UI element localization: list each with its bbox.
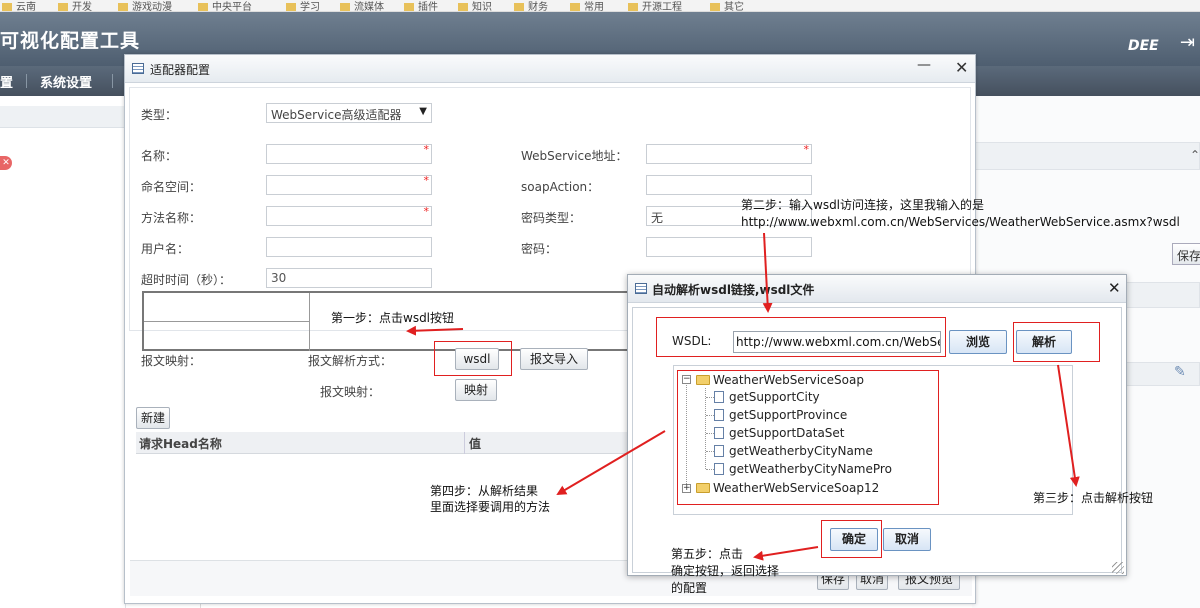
arrow-step4: [556, 430, 666, 496]
arrow-step3: [1057, 364, 1080, 487]
arrow-step1: [406, 325, 464, 336]
annotation-step5-line1: 第五步：点击: [671, 547, 744, 561]
annotation-step4-line1: 第四步：从解析结果: [430, 484, 539, 498]
annotation-step2-line1: 第二步：输入wsdl访问连接，这里我输入的是: [741, 198, 985, 212]
annotation-step5-line3: 的配置: [671, 581, 708, 595]
annotation-step3: 第三步：点击解析按钮: [1033, 491, 1154, 505]
annotation-step4-line2: 里面选择要调用的方法: [430, 500, 551, 514]
annotation-step5-line2: 确定按钮，返回选择: [671, 564, 780, 578]
arrow-step2: [762, 232, 773, 313]
arrow-step5: [753, 546, 819, 561]
annotation-step2-line2: http://www.webxml.com.cn/WebServices/Wea…: [741, 215, 1180, 229]
annotation-arrows: [406, 232, 1080, 561]
annotation-step1: 第一步：点击wsdl按钮: [331, 311, 455, 325]
